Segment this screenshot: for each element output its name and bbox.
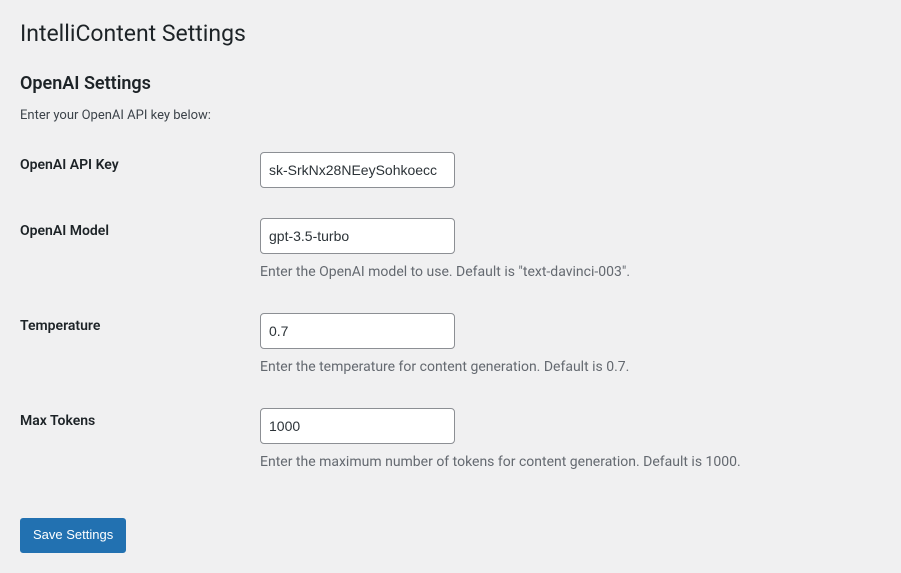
- label-temperature: Temperature: [20, 318, 100, 334]
- description-model: Enter the OpenAI model to use. Default i…: [260, 262, 871, 283]
- label-model: OpenAI Model: [20, 223, 109, 239]
- settings-form-table: OpenAI API Key OpenAI Model Enter the Op…: [20, 137, 881, 488]
- submit-row: Save Settings: [20, 508, 881, 563]
- section-heading: OpenAI Settings: [20, 53, 881, 102]
- row-model: OpenAI Model Enter the OpenAI model to u…: [20, 203, 881, 298]
- description-max-tokens: Enter the maximum number of tokens for c…: [260, 452, 871, 473]
- input-api-key[interactable]: [260, 152, 455, 188]
- section-intro: Enter your OpenAI API key below:: [20, 108, 881, 123]
- row-max-tokens: Max Tokens Enter the maximum number of t…: [20, 393, 881, 488]
- label-max-tokens: Max Tokens: [20, 413, 95, 429]
- label-api-key: OpenAI API Key: [20, 157, 119, 173]
- input-model[interactable]: [260, 218, 455, 254]
- page-title: IntelliContent Settings: [20, 10, 881, 53]
- input-max-tokens[interactable]: [260, 408, 455, 444]
- row-api-key: OpenAI API Key: [20, 137, 881, 203]
- input-temperature[interactable]: [260, 313, 455, 349]
- save-button[interactable]: Save Settings: [20, 518, 126, 553]
- description-temperature: Enter the temperature for content genera…: [260, 357, 871, 378]
- row-temperature: Temperature Enter the temperature for co…: [20, 298, 881, 393]
